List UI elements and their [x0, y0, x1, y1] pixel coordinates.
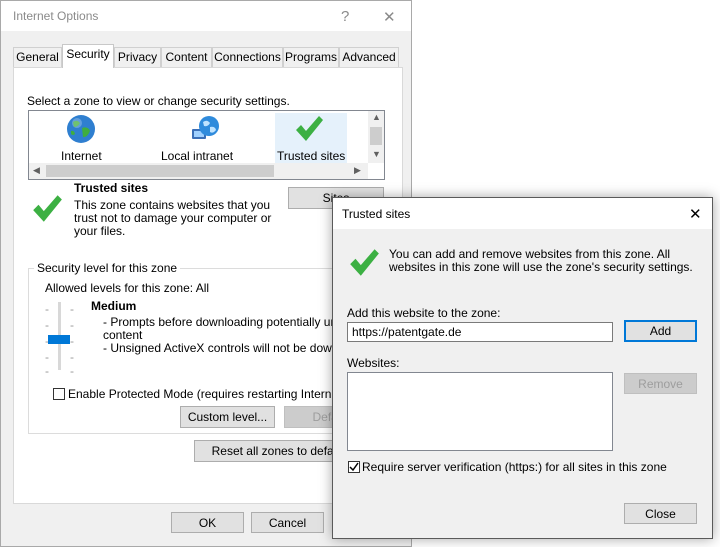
- slider-tick: -: [45, 318, 49, 332]
- require-https-label: Require server verification (https:) for…: [362, 460, 667, 474]
- security-level-label: Security level for this zone: [34, 261, 181, 275]
- zone-list-hscrollbar[interactable]: ◀ ▶: [29, 163, 368, 179]
- title-bar: Internet Options ? ✕: [1, 1, 411, 31]
- zone-list-vscrollbar[interactable]: ▲ ▼: [368, 111, 384, 163]
- add-website-input[interactable]: https://patentgate.de: [347, 322, 613, 342]
- tab-privacy[interactable]: Privacy: [114, 47, 161, 67]
- checkmark-icon: [296, 116, 323, 141]
- close-button[interactable]: Close: [624, 503, 697, 524]
- protected-mode-label: Enable Protected Mode (requires restarti…: [68, 387, 359, 401]
- level-bullet-1b: content: [103, 328, 143, 342]
- tab-advanced[interactable]: Advanced: [339, 47, 399, 67]
- slider-tick: -: [45, 302, 49, 316]
- level-bullet-2: - Unsigned ActiveX controls will not be …: [103, 341, 362, 355]
- websites-list[interactable]: [347, 372, 613, 451]
- slider-tick: -: [70, 364, 74, 378]
- scroll-up-icon[interactable]: ▲: [372, 112, 381, 122]
- level-name: Medium: [91, 299, 137, 313]
- slider-tick: -: [45, 364, 49, 378]
- allowed-levels: Allowed levels for this zone: All: [45, 281, 210, 295]
- zone-title: Trusted sites: [74, 181, 149, 195]
- add-button[interactable]: Add: [624, 320, 697, 342]
- scroll-right-icon[interactable]: ▶: [354, 165, 361, 176]
- window-title: Internet Options: [13, 9, 99, 23]
- slider-tick: -: [45, 350, 49, 364]
- zone-local-intranet[interactable]: Local intranet: [157, 113, 247, 163]
- close-icon[interactable]: ✕: [383, 8, 396, 26]
- protected-mode-checkbox[interactable]: [53, 388, 65, 400]
- trusted-sites-close-icon[interactable]: ✕: [689, 205, 702, 223]
- trusted-sites-title: Trusted sites: [342, 207, 411, 221]
- scroll-down-icon[interactable]: ▼: [372, 149, 381, 159]
- scroll-left-icon[interactable]: ◀: [33, 165, 40, 176]
- require-https-checkbox[interactable]: [348, 461, 360, 473]
- zone-internet-label: Internet: [61, 149, 102, 163]
- level-bullet-1: - Prompts before downloading potentially…: [103, 315, 360, 329]
- websites-label: Websites:: [347, 356, 400, 370]
- help-icon[interactable]: ?: [341, 8, 349, 25]
- trusted-checkmark-icon: [33, 195, 62, 222]
- zone-trusted-sites-label: Trusted sites: [277, 149, 346, 163]
- zone-internet[interactable]: Internet: [51, 113, 111, 163]
- trusted-sites-title-bar: Trusted sites ✕: [333, 198, 712, 229]
- tab-content[interactable]: Content: [161, 47, 212, 67]
- tab-connections[interactable]: Connections: [212, 47, 283, 67]
- slider-tick: -: [70, 350, 74, 364]
- tab-general[interactable]: General: [13, 47, 62, 67]
- cancel-button[interactable]: Cancel: [251, 512, 324, 533]
- hscroll-thumb[interactable]: [46, 165, 274, 177]
- tab-security[interactable]: Security: [62, 44, 114, 68]
- ok-button[interactable]: OK: [171, 512, 244, 533]
- trusted-sites-dialog: Trusted sites ✕ You can add and remove w…: [332, 197, 713, 539]
- zone-prompt: Select a zone to view or change security…: [27, 94, 290, 108]
- slider-tick: -: [70, 334, 74, 348]
- zone-list: Internet Local intranet Trusted sites ▲ …: [28, 110, 385, 180]
- security-level-slider[interactable]: - - - - - - - - - -: [42, 302, 78, 378]
- zone-trusted-sites[interactable]: Trusted sites: [275, 113, 347, 163]
- info-checkmark-icon: [350, 249, 379, 276]
- custom-level-button[interactable]: Custom level...: [180, 406, 275, 428]
- trusted-sites-info: You can add and remove websites from thi…: [389, 247, 693, 274]
- network-globe-icon: [192, 116, 219, 139]
- slider-tick: -: [70, 302, 74, 316]
- vscroll-thumb[interactable]: [370, 127, 382, 145]
- slider-tick: -: [70, 318, 74, 332]
- tab-programs[interactable]: Programs: [283, 47, 339, 67]
- zone-local-intranet-label: Local intranet: [161, 149, 234, 163]
- zone-description: This zone contains websites that you tru…: [74, 198, 272, 238]
- slider-thumb[interactable]: [48, 335, 70, 344]
- remove-button[interactable]: Remove: [624, 373, 697, 394]
- add-website-label: Add this website to the zone:: [347, 306, 501, 320]
- checkbox-check-icon: [349, 462, 359, 472]
- globe-icon: [67, 115, 95, 143]
